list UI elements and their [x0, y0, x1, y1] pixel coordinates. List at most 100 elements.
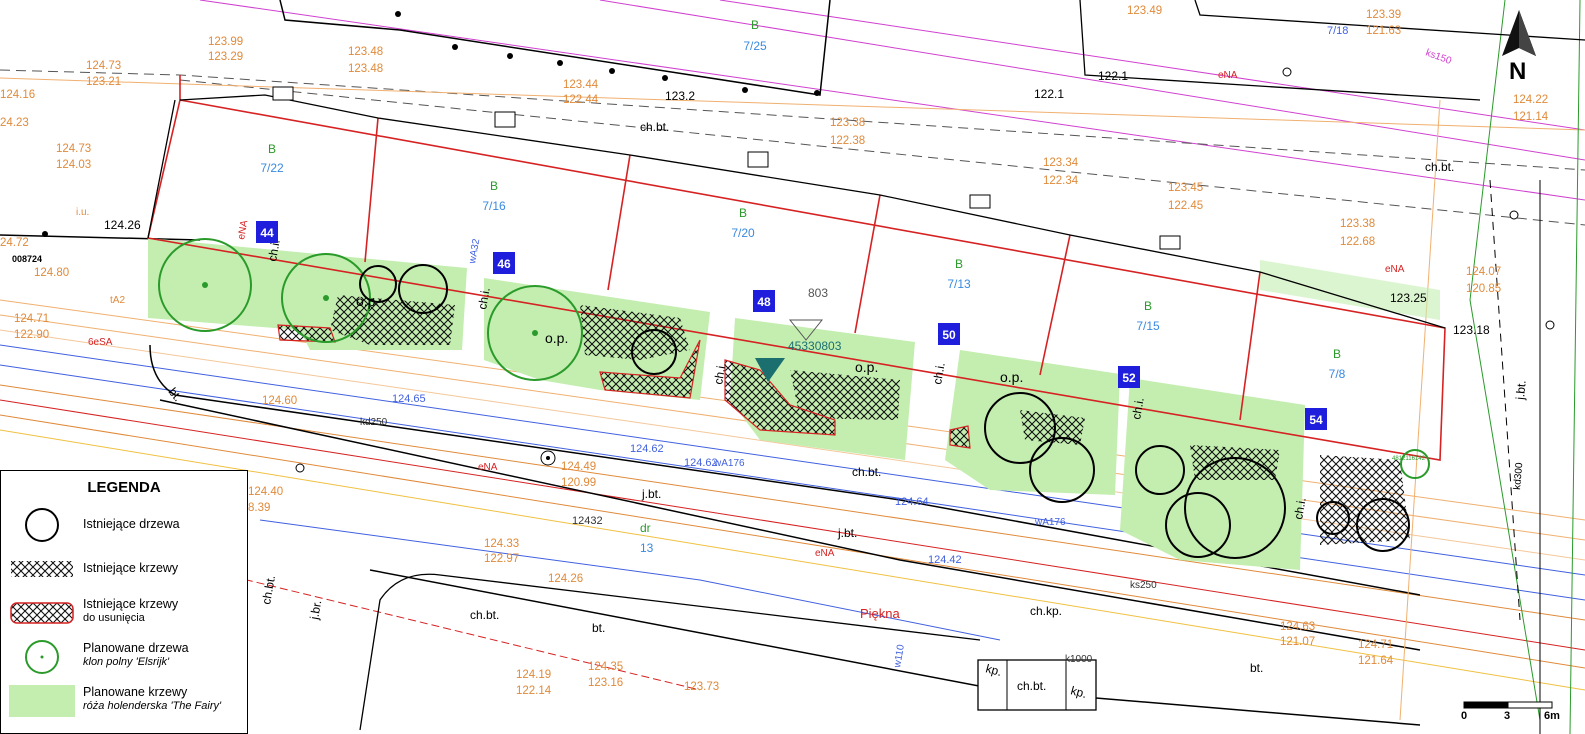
- utility-label: i.u.: [76, 207, 89, 218]
- sidewalk-label: ch.bt.: [640, 120, 669, 134]
- elevation-top: 123.39: [1366, 9, 1401, 21]
- elevation-bottom: 122.45: [1168, 200, 1203, 212]
- elevation-label: 24.23: [0, 117, 29, 129]
- road-label: j.bt.: [837, 526, 857, 540]
- elevation-label: 124.65: [392, 393, 426, 405]
- open-area-label: o.p.: [356, 293, 379, 309]
- parcel-id: 7/16: [482, 199, 506, 213]
- elevation-label: 124.60: [262, 395, 297, 407]
- elevation-top: 124.40: [248, 486, 283, 498]
- house-number-54: 54: [1309, 413, 1323, 427]
- elevation-bottom: 8.39: [248, 502, 270, 514]
- house-number-52: 52: [1122, 371, 1136, 385]
- elevation-bottom: 122.44: [563, 94, 599, 106]
- parcel-id: 7/22: [260, 161, 284, 175]
- sidewalk-label: ch.bt.: [1017, 679, 1046, 693]
- parcel-id: 7/20: [731, 226, 755, 240]
- parcel-b-label: B: [751, 18, 759, 32]
- elevation-label: 123.18: [1453, 323, 1490, 337]
- sidewalk-label: ch.bt.: [470, 608, 499, 622]
- elevation-bottom: 122.14: [516, 685, 552, 697]
- elevation-bottom: 122.38: [830, 135, 865, 147]
- legend-label: Planowane krzewy róża holenderska 'The F…: [83, 685, 221, 713]
- elevation-bottom: 124.03: [56, 159, 91, 171]
- utility-label: wA32: [467, 238, 482, 266]
- planned-tree-icon: [25, 640, 59, 674]
- elevation-bottom: 120.99: [561, 477, 596, 489]
- elevation-bottom: 122.90: [14, 329, 49, 341]
- parcel-id: 7/13: [947, 277, 971, 291]
- utility-label: ks150: [1424, 47, 1453, 67]
- utility-label: wA176: [713, 458, 745, 469]
- sidewalk-label: ch.i.: [1291, 496, 1309, 520]
- parcel-b-label: B: [739, 206, 747, 220]
- elevation-top: 124.35: [588, 661, 623, 673]
- elevation-bottom: 123.48: [348, 63, 383, 75]
- utility-label: eNA: [815, 548, 835, 559]
- legend-label: Planowane drzewa klon polny 'Elsrijk': [83, 641, 189, 669]
- legend-label-sub: do usunięcia: [83, 612, 145, 624]
- open-area-label: o.p.: [855, 359, 878, 375]
- elevation-top: 123.48: [348, 46, 383, 58]
- fence-posts: [42, 11, 820, 237]
- elevation-bottom: 121.63: [1366, 25, 1401, 37]
- utility-label: 6eSA: [88, 337, 113, 348]
- elevation-label: 123.49: [1127, 5, 1162, 17]
- legend-title: LEGENDA: [87, 479, 161, 496]
- existing-tree-icon: [25, 508, 59, 542]
- elevation-bottom: 122.34: [1043, 175, 1079, 187]
- scale-label-6m: 6m: [1544, 710, 1560, 722]
- utility-label: eNA: [478, 462, 498, 473]
- legend-item-existing-shrubs: Istniejące krzewy: [1, 547, 247, 591]
- legend-item-planned-trees: Planowane drzewa klon polny 'Elsrijk': [1, 635, 247, 679]
- parcel-id: 7/8: [1329, 367, 1346, 381]
- utility-label: w110: [892, 643, 907, 669]
- elevation-bottom: 120.85: [1466, 283, 1501, 295]
- elevation-label: 124.64: [895, 496, 929, 508]
- utility-label: eNA: [1385, 264, 1405, 275]
- elevation-label: 122.1: [1034, 87, 1064, 101]
- parcel-b-label: B: [1144, 299, 1152, 313]
- house-number-50: 50: [942, 328, 956, 342]
- elevation-top: 123.34: [1043, 157, 1079, 169]
- elevation-bottom: 122.68: [1340, 236, 1375, 248]
- legend-label: Istniejące krzewy: [83, 561, 179, 575]
- elevation-label: 124.62: [630, 443, 664, 455]
- elevation-bottom: 122.97: [484, 553, 519, 565]
- road-label: j.bt.: [641, 487, 661, 501]
- utility-label: eNA: [1218, 70, 1238, 81]
- legend-item-shrubs-to-remove: Istniejące krzewy do usunięcia: [1, 591, 247, 635]
- elevation-label: 124.80: [34, 267, 69, 279]
- hatch-red-shrub-icon: [10, 602, 74, 624]
- parcel-id: 13: [640, 541, 654, 555]
- elevation-bottom: 123.16: [588, 677, 623, 689]
- scale-label-3: 3: [1504, 710, 1511, 722]
- elevation-bottom: 121.64: [1358, 655, 1394, 667]
- elevation-label: 123.2: [665, 89, 695, 103]
- legend-label-sub: klon polny 'Elsrijk': [83, 656, 170, 668]
- road-label: j.br.: [307, 599, 324, 621]
- utility-label: tA2: [110, 295, 125, 306]
- elevation-top: 124.33: [484, 538, 519, 550]
- sidewalk-label: ch.bt.: [1425, 160, 1454, 174]
- elevation-label: 124.26: [548, 573, 583, 585]
- curb-label: bt.: [592, 621, 605, 635]
- elevation-top: 124.71: [1358, 639, 1393, 651]
- legend-label-main: Planowane drzewa: [83, 641, 189, 655]
- sidewalk-label: ch.bt.: [852, 465, 881, 479]
- parcel-id: 7/15: [1136, 319, 1160, 333]
- point-code: 45330803: [788, 339, 842, 353]
- utility-label: kd300: [1512, 462, 1525, 491]
- house-number-46: 46: [497, 257, 511, 271]
- utility-label: kd250: [360, 417, 388, 428]
- legend-item-existing-trees: Istniejące drzewa: [1, 503, 247, 547]
- elevation-top: 124.49: [561, 461, 596, 473]
- elevation-label: 24.72: [0, 237, 29, 249]
- plot-number: 803: [808, 286, 828, 300]
- elevation-top: 123.38: [1340, 218, 1375, 230]
- elevation-bottom: 121.07: [1280, 636, 1315, 648]
- legend-label-main: Planowane krzewy: [83, 685, 188, 699]
- utility-label: k1000: [1065, 654, 1093, 665]
- utility-label: ks250: [1130, 580, 1157, 591]
- elevation-top: 124.73: [56, 143, 91, 155]
